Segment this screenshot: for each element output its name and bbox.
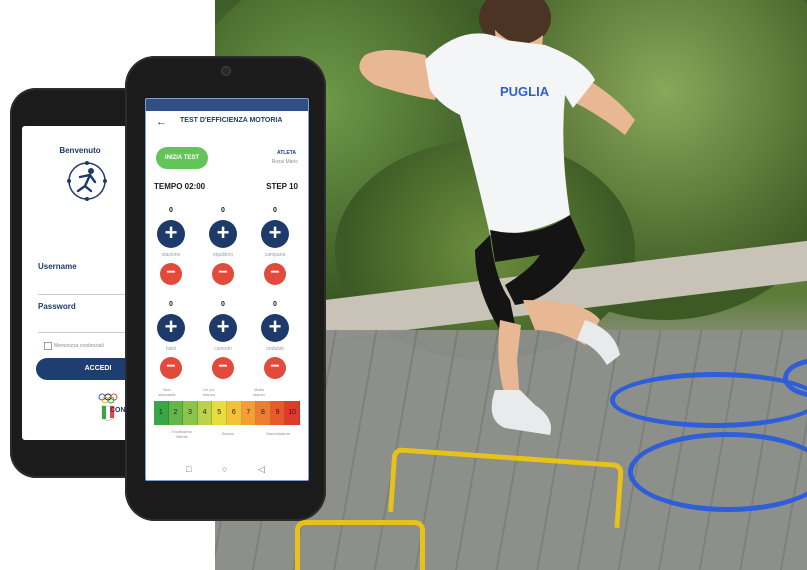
welcome-title: Benvenuto — [59, 146, 101, 155]
decrement-button[interactable]: − — [212, 263, 234, 285]
increment-button[interactable]: + — [209, 220, 237, 248]
scale-label-bottom: Stanchissimo — [266, 431, 290, 436]
station-count: 0 — [169, 207, 173, 214]
scale-cell[interactable]: 8 — [256, 401, 271, 425]
station-count: 0 — [273, 301, 277, 308]
shirt-text: PUGLIA — [500, 84, 550, 99]
increment-button[interactable]: + — [157, 314, 185, 342]
scale-cell[interactable]: 3 — [183, 401, 198, 425]
station-count: 0 — [169, 301, 173, 308]
increment-button[interactable]: + — [261, 314, 289, 342]
scale-cell[interactable]: 10 — [285, 401, 300, 425]
app-header: ← TEST D'EFFICIENZA MOTORIA — [146, 113, 308, 133]
step-counter: STEP 10 — [266, 182, 298, 191]
station-name: canestri — [214, 346, 232, 352]
decrement-button[interactable]: − — [160, 263, 182, 285]
android-nav-bar: □ ○ ◁ — [146, 458, 308, 480]
header-title: TEST D'EFFICIENZA MOTORIA — [180, 117, 283, 124]
home-icon[interactable]: ○ — [222, 464, 227, 474]
athlete-logo-icon — [67, 161, 107, 201]
station-count: 0 — [273, 207, 277, 214]
test-screen: ← TEST D'EFFICIENZA MOTORIA INIZIA TEST … — [145, 98, 309, 481]
scale-cell[interactable]: 4 — [197, 401, 213, 425]
station-count: 0 — [221, 301, 225, 308]
decrement-button[interactable]: − — [264, 357, 286, 379]
scale-cell[interactable]: 5 — [212, 401, 227, 425]
timer-display: TEMPO 02:00 — [154, 182, 206, 191]
remember-label: Memorizza credenziali — [54, 343, 104, 349]
station-name: ondulati — [266, 346, 284, 352]
scale-cell[interactable]: 1 — [154, 401, 169, 425]
recents-icon[interactable]: □ — [186, 464, 191, 474]
station-name: balzi — [165, 346, 177, 352]
increment-button[interactable]: + — [261, 220, 289, 248]
scale-label-top: Un po' stanco — [203, 387, 215, 397]
remember-checkbox[interactable] — [44, 342, 52, 350]
fatigue-scale: 1 2 3 4 5 6 7 8 9 10 — [154, 401, 300, 425]
station-name: campana — [264, 252, 286, 258]
station-name: stazione — [161, 252, 181, 258]
decrement-button[interactable]: − — [160, 357, 182, 379]
scale-cell[interactable]: 9 — [270, 401, 286, 425]
scale-cell[interactable]: 7 — [241, 401, 257, 425]
increment-button[interactable]: + — [157, 220, 185, 248]
athlete-label: ATLETA — [277, 150, 296, 156]
back-arrow-icon[interactable]: ← — [156, 115, 167, 129]
increment-button[interactable]: + — [209, 314, 237, 342]
password-label: Password — [38, 302, 76, 311]
station-count: 0 — [221, 207, 225, 214]
decrement-button[interactable]: − — [212, 357, 234, 379]
station-name: equilibrio — [212, 252, 233, 258]
scale-label-bottom: Facilissimo Niente — [172, 429, 192, 439]
yellow-hurdle — [295, 520, 425, 570]
athlete-name: Rossi Mario — [271, 159, 298, 165]
scale-label-top: Molto stanco — [253, 387, 265, 397]
jumping-child: PUGLIA — [359, 0, 635, 435]
back-icon[interactable]: ◁ — [258, 464, 265, 475]
scale-cell[interactable]: 6 — [226, 401, 242, 425]
start-test-button[interactable]: INIZIA TEST — [156, 147, 208, 169]
test-phone: ← TEST D'EFFICIENZA MOTORIA INIZIA TEST … — [125, 56, 326, 521]
scale-label-bottom: Stanco — [221, 431, 235, 436]
decrement-button[interactable]: − — [264, 263, 286, 285]
camera-notch — [221, 66, 231, 76]
scale-label-top: Non stancante — [158, 387, 176, 397]
status-bar — [146, 99, 308, 111]
scale-cell[interactable]: 2 — [168, 401, 184, 425]
username-label: Username — [38, 262, 77, 271]
